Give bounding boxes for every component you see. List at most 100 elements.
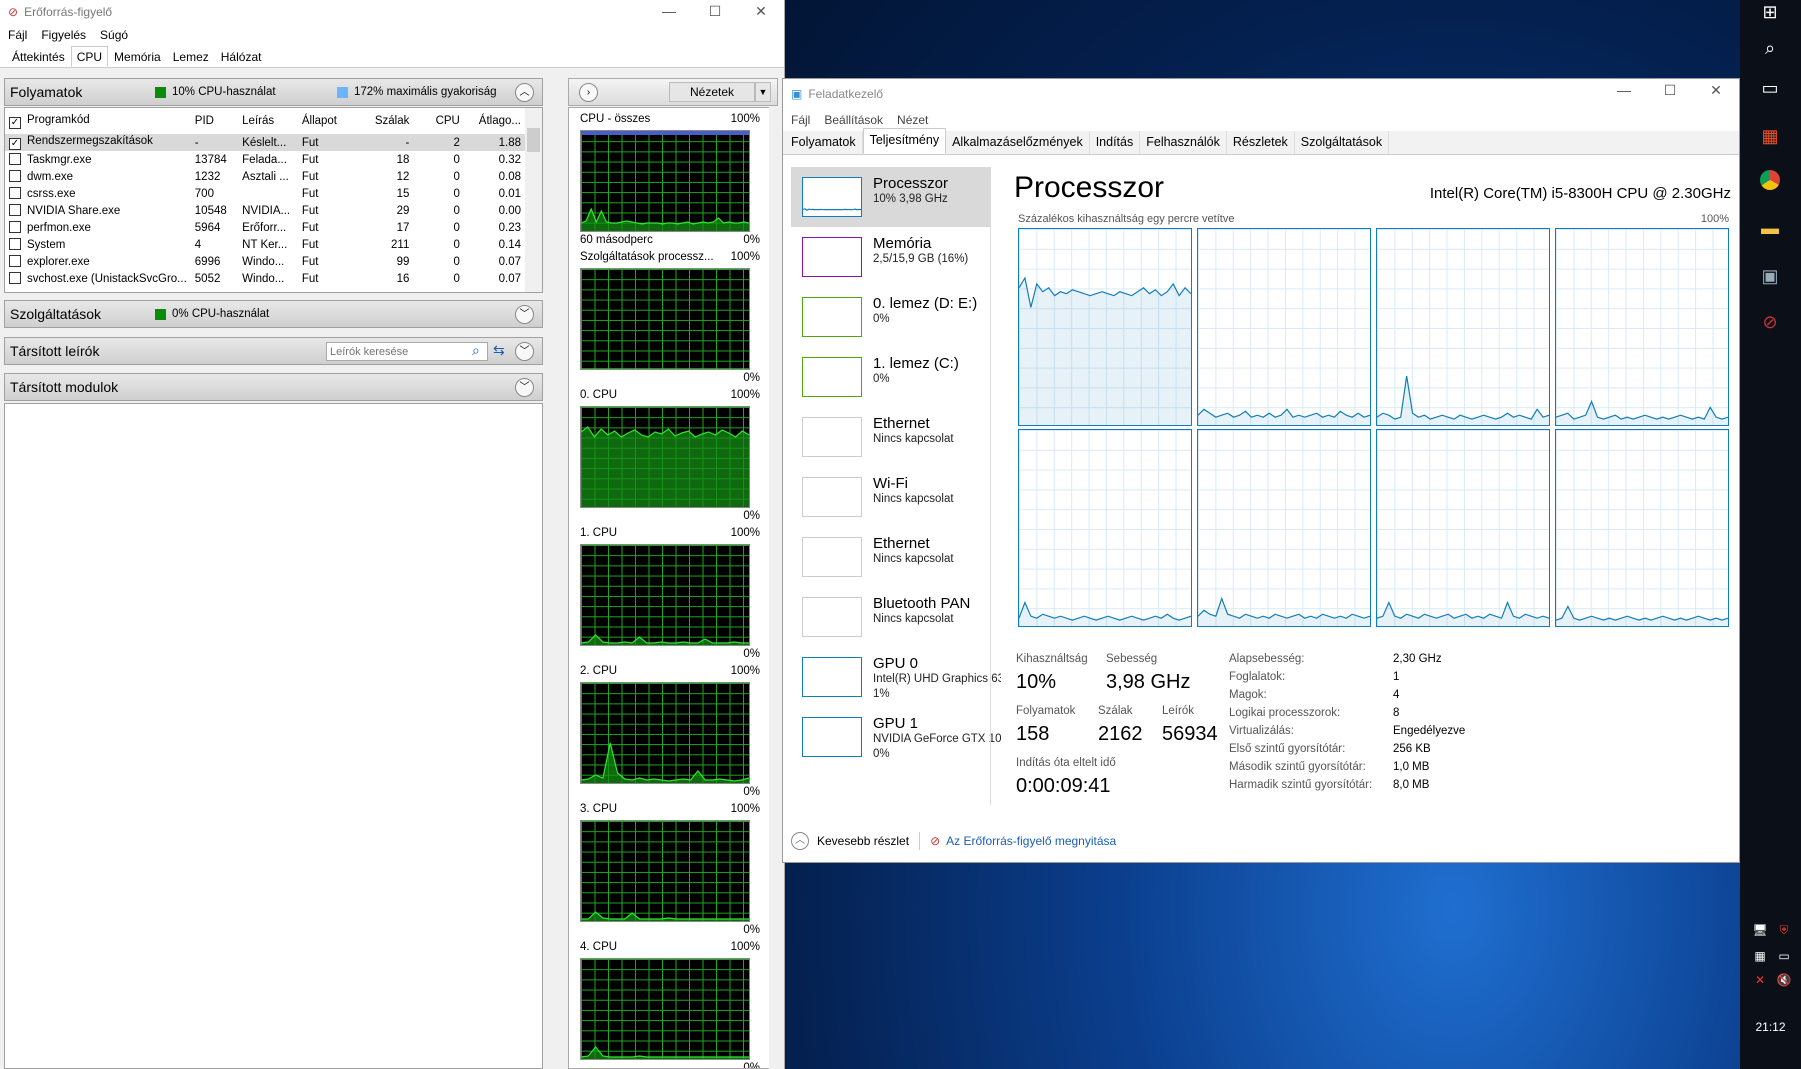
minimize-button[interactable]: — bbox=[646, 0, 692, 24]
collapse-chevron-right-icon[interactable]: › bbox=[579, 83, 598, 102]
column-header-image[interactable]: ✓ Programkód bbox=[5, 108, 191, 134]
tab-memory[interactable]: Memória bbox=[108, 46, 167, 67]
security-warning-icon[interactable]: ⛨ bbox=[1772, 918, 1796, 942]
menu-help[interactable]: Súgó bbox=[100, 28, 128, 42]
checkbox[interactable] bbox=[9, 204, 21, 216]
checkbox[interactable] bbox=[9, 272, 21, 284]
checkbox[interactable] bbox=[9, 221, 21, 233]
vertical-scrollbar[interactable] bbox=[525, 108, 542, 292]
column-header-description[interactable]: Leírás bbox=[238, 108, 298, 134]
chrome-icon[interactable] bbox=[1758, 170, 1782, 194]
sidebar-item[interactable]: Ethernet Nincs kapcsolat bbox=[791, 527, 991, 587]
network-lock-icon[interactable]: 🖥 bbox=[1748, 918, 1772, 942]
refresh-icon[interactable]: ⇆ bbox=[493, 342, 505, 359]
menu-options[interactable]: Beállítások bbox=[824, 113, 883, 127]
table-row[interactable]: explorer.exe 6996 Windo... Fut 99 0 0.07 bbox=[5, 253, 525, 270]
wifi-disconnected-icon[interactable]: ✕ bbox=[1748, 968, 1772, 992]
task-manager-icon[interactable]: ▣ bbox=[1758, 264, 1782, 288]
fewer-details-button[interactable]: Kevesebb részlet bbox=[817, 834, 909, 848]
column-header-threads[interactable]: Szálak bbox=[357, 108, 414, 134]
tab-users[interactable]: Felhasználók bbox=[1140, 131, 1227, 154]
column-header-status[interactable]: Állapot bbox=[298, 108, 357, 134]
checkbox[interactable] bbox=[9, 170, 21, 182]
sidebar-item[interactable]: 0. lemez (D: E:) 0% bbox=[791, 287, 991, 347]
tab-app-history[interactable]: Alkalmazáselőzmények bbox=[946, 131, 1090, 154]
table-row[interactable]: NVIDIA Share.exe 10548 NVIDIA... Fut 29 … bbox=[5, 202, 525, 219]
maximize-button[interactable]: ☐ bbox=[1647, 79, 1693, 103]
close-button[interactable]: ✕ bbox=[1693, 79, 1739, 103]
services-section-header[interactable]: Szolgáltatások 0% CPU-használat ﹀ bbox=[4, 300, 543, 328]
tab-startup[interactable]: Indítás bbox=[1090, 131, 1141, 154]
process-name[interactable]: dwm.exe bbox=[5, 168, 191, 185]
table-row[interactable]: csrss.exe 700 Fut 15 0 0.01 bbox=[5, 185, 525, 202]
sidebar-item[interactable]: Ethernet Nincs kapcsolat bbox=[791, 407, 991, 467]
process-name[interactable]: Taskmgr.exe bbox=[5, 151, 191, 168]
battery-icon[interactable]: ▭ bbox=[1772, 944, 1796, 968]
column-header-pid[interactable]: PID bbox=[191, 108, 238, 134]
tablet-icon[interactable]: ▦ bbox=[1748, 944, 1772, 968]
resource-monitor-icon[interactable]: ⊘ bbox=[1758, 310, 1782, 334]
table-row[interactable]: System 4 NT Ker... Fut 211 0 0.14 bbox=[5, 236, 525, 253]
handles-search-input[interactable] bbox=[326, 342, 488, 361]
modules-section-header[interactable]: Társított modulok ﹀ bbox=[4, 373, 543, 401]
checkbox[interactable] bbox=[9, 238, 21, 250]
table-row[interactable]: svchost.exe (UnistackSvcGro... 5052 Wind… bbox=[5, 270, 525, 287]
process-name[interactable]: NVIDIA Share.exe bbox=[5, 202, 191, 219]
windows-start-icon[interactable]: ⊞ bbox=[1758, 0, 1782, 24]
table-row[interactable]: dwm.exe 1232 Asztali ... Fut 12 0 0.08 bbox=[5, 168, 525, 185]
table-row[interactable]: ✓ Rendszermegszakítások - Késlelt... Fut … bbox=[5, 134, 525, 151]
volume-muted-icon[interactable]: 🔇 bbox=[1772, 968, 1796, 992]
expand-chevron-down-icon[interactable]: ﹀ bbox=[515, 305, 534, 324]
process-name[interactable]: System bbox=[5, 236, 191, 253]
sidebar-item[interactable]: Memória 2,5/15,9 GB (16%) bbox=[791, 227, 991, 287]
sidebar-item[interactable]: 1. lemez (C:) 0% bbox=[791, 347, 991, 407]
checkbox[interactable] bbox=[9, 255, 21, 267]
views-button[interactable]: Nézetek bbox=[669, 82, 755, 102]
sidebar-item[interactable]: GPU 1 NVIDIA GeForce GTX 1050 0% bbox=[791, 707, 1001, 767]
menu-monitor[interactable]: Figyelés bbox=[41, 28, 86, 42]
file-explorer-icon[interactable]: ▬ bbox=[1758, 216, 1782, 240]
tab-network[interactable]: Hálózat bbox=[215, 46, 268, 67]
sidebar-item[interactable]: Wi-Fi Nincs kapcsolat bbox=[791, 467, 991, 527]
tab-disk[interactable]: Lemez bbox=[167, 46, 215, 67]
task-view-icon[interactable]: ▭ bbox=[1758, 76, 1782, 100]
process-name[interactable]: svchost.exe (UnistackSvcGro... bbox=[5, 270, 191, 287]
dropdown-arrow-icon[interactable]: ▼ bbox=[755, 82, 771, 102]
collapse-chevron-up-icon[interactable]: ︿ bbox=[515, 83, 534, 102]
sidebar-item[interactable]: Bluetooth PAN Nincs kapcsolat bbox=[791, 587, 991, 647]
process-name[interactable]: explorer.exe bbox=[5, 253, 191, 270]
tab-processes[interactable]: Folyamatok bbox=[785, 131, 863, 154]
minimize-button[interactable]: — bbox=[1601, 79, 1647, 103]
scrollbar-thumb[interactable] bbox=[527, 128, 540, 152]
clock[interactable]: 21:12 bbox=[1740, 1020, 1801, 1034]
store-icon[interactable]: ▦ bbox=[1758, 124, 1782, 148]
search-icon[interactable]: ⌕ bbox=[472, 342, 480, 359]
handles-section-header[interactable]: Társított leírók ⌕ ⇆ ﹀ bbox=[4, 337, 543, 365]
checkbox[interactable] bbox=[9, 187, 21, 199]
table-row[interactable]: perfmon.exe 5964 Erőforr... Fut 17 0 0.2… bbox=[5, 219, 525, 236]
tab-cpu[interactable]: CPU bbox=[70, 46, 109, 67]
sidebar-item[interactable]: Processzor 10% 3,98 GHz bbox=[791, 167, 991, 227]
maximize-button[interactable]: ☐ bbox=[692, 0, 738, 24]
menu-file[interactable]: Fájl bbox=[8, 28, 27, 42]
checkbox[interactable] bbox=[9, 153, 21, 165]
tab-performance[interactable]: Teljesítmény bbox=[862, 128, 947, 154]
menu-view[interactable]: Nézet bbox=[897, 113, 928, 127]
expand-chevron-down-icon[interactable]: ﹀ bbox=[515, 342, 534, 361]
menu-file[interactable]: Fájl bbox=[791, 113, 810, 127]
column-header-cpu[interactable]: CPU bbox=[413, 108, 463, 134]
chevron-up-icon[interactable]: ︿ bbox=[791, 832, 809, 850]
tab-overview[interactable]: Áttekintés bbox=[6, 46, 71, 67]
open-resource-monitor-link[interactable]: Az Erőforrás-figyelő megnyitása bbox=[946, 834, 1116, 848]
processes-section-header[interactable]: Folyamatok 10% CPU-használat 172% maximá… bbox=[4, 78, 543, 106]
table-row[interactable]: Taskmgr.exe 13784 Felada... Fut 18 0 0.3… bbox=[5, 151, 525, 168]
tab-services[interactable]: Szolgáltatások bbox=[1295, 131, 1390, 154]
expand-chevron-down-icon[interactable]: ﹀ bbox=[515, 378, 534, 397]
process-name[interactable]: ✓ Rendszermegszakítások bbox=[5, 134, 191, 151]
close-button[interactable]: ✕ bbox=[738, 0, 784, 24]
checkbox[interactable]: ✓ bbox=[9, 138, 21, 150]
tab-details[interactable]: Részletek bbox=[1227, 131, 1295, 154]
process-name[interactable]: csrss.exe bbox=[5, 185, 191, 202]
graphs-scrollbar[interactable] bbox=[769, 107, 783, 1069]
column-header-average-cpu[interactable]: Átlago... bbox=[464, 108, 525, 134]
